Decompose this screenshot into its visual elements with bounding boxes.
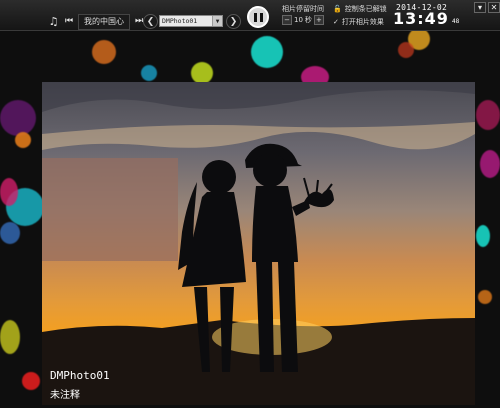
close-button[interactable]: ✕ xyxy=(488,2,500,13)
bokeh-light xyxy=(0,320,20,354)
lock-toggle[interactable]: 🔓 控制条已解锁 xyxy=(333,4,387,14)
lock-label: 控制条已解锁 xyxy=(344,5,387,13)
bokeh-light xyxy=(15,132,31,148)
photo-select[interactable]: DMPhoto01 ▼ xyxy=(159,15,223,27)
prev-photo-button[interactable]: ❮ xyxy=(143,14,158,29)
bokeh-light xyxy=(478,290,492,304)
time-display: 13:49 xyxy=(393,9,449,28)
photo-display xyxy=(42,82,475,405)
next-photo-button[interactable]: ❯ xyxy=(226,14,241,29)
seconds-display: 48 xyxy=(452,18,460,25)
bokeh-light xyxy=(398,42,414,58)
stay-time-unit: 秒 xyxy=(304,16,312,24)
prev-track-icon[interactable]: ⏮ xyxy=(64,16,74,28)
track-name[interactable]: 我的中国心 xyxy=(78,13,130,30)
minimize-button[interactable]: ▾ xyxy=(474,2,486,13)
lock-icon: 🔓 xyxy=(333,5,342,13)
pause-icon xyxy=(259,12,263,22)
effects-toggle[interactable]: ✓ 打开相片效果 xyxy=(333,17,384,27)
music-controls: ♫ ⏮ 我的中国心 ⏭ xyxy=(47,13,144,30)
bokeh-light xyxy=(0,178,18,206)
bokeh-light xyxy=(476,100,500,130)
photo-select-value: DMPhoto01 xyxy=(162,17,198,25)
pause-icon xyxy=(253,12,257,22)
effects-label: 打开相片效果 xyxy=(341,18,384,26)
bokeh-light xyxy=(191,62,213,84)
bokeh-light xyxy=(141,65,157,81)
caption-overlay xyxy=(42,158,178,261)
stay-time-label: 相片停留时间 xyxy=(282,5,324,13)
bokeh-light xyxy=(251,36,283,68)
photo-title: DMPhoto01 xyxy=(50,369,110,382)
stay-time-value[interactable]: 10 xyxy=(294,16,303,24)
bokeh-light xyxy=(476,225,490,247)
bokeh-light xyxy=(480,150,500,178)
bokeh-light xyxy=(0,100,36,136)
increase-button[interactable]: + xyxy=(313,15,324,25)
bokeh-light xyxy=(0,222,20,244)
checkmark-icon: ✓ xyxy=(333,18,339,26)
photo-comment: 未注释 xyxy=(50,390,80,401)
music-note-icon[interactable]: ♫ xyxy=(47,15,60,28)
decrease-button[interactable]: − xyxy=(282,15,292,25)
bokeh-light xyxy=(22,372,40,390)
chevron-down-icon[interactable]: ▼ xyxy=(212,16,222,26)
stay-time-stepper: − 10 秒 + xyxy=(282,15,324,25)
pause-button[interactable] xyxy=(247,6,269,28)
bokeh-light xyxy=(92,40,116,64)
